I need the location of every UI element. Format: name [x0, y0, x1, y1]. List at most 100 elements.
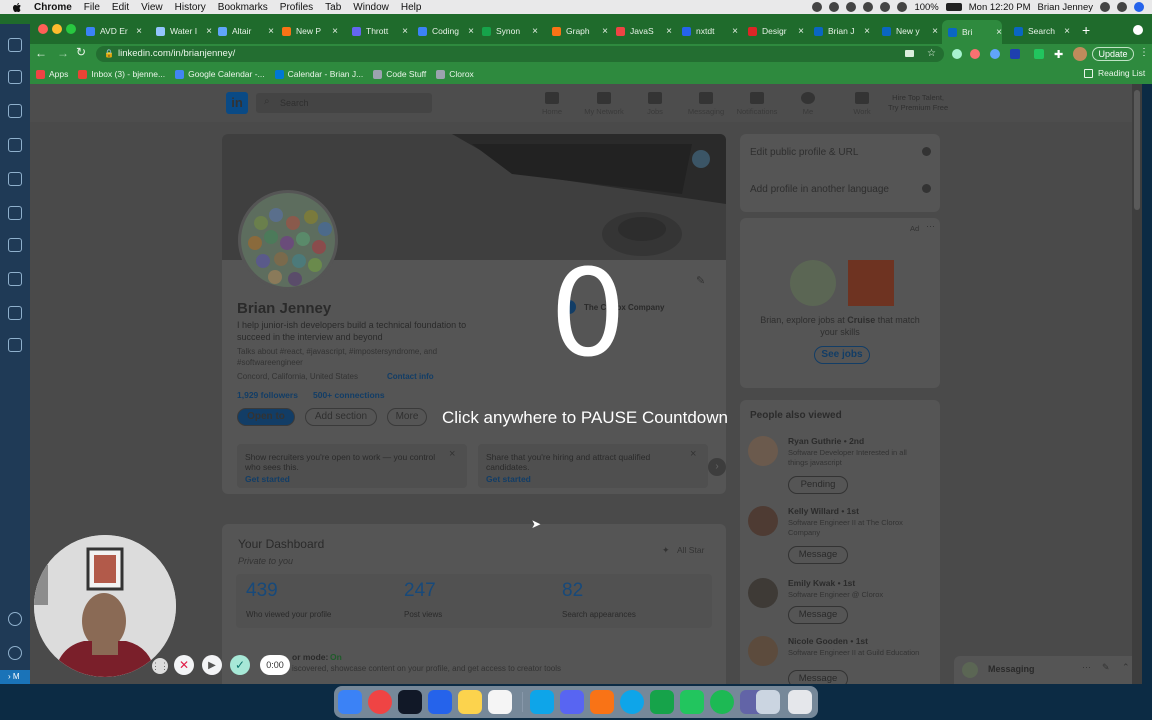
nav-jobs[interactable]: Jobs	[633, 92, 677, 116]
edit-public-profile-link[interactable]: Edit public profile & URL	[750, 147, 858, 158]
message-button[interactable]: Message	[788, 546, 848, 564]
reading-list-link[interactable]: Reading List	[1098, 68, 1145, 78]
browser-tab[interactable]: Brian J ×	[808, 22, 870, 40]
browser-tab[interactable]: Thrott ×	[346, 22, 408, 40]
browser-tab[interactable]: Synon ×	[476, 22, 538, 40]
outlook-icon[interactable]	[530, 690, 554, 714]
extension-icon[interactable]	[952, 49, 962, 59]
more-options-icon[interactable]: ⋯	[1082, 662, 1091, 673]
discord-icon[interactable]	[560, 690, 584, 714]
bookmark-item[interactable]: Inbox (3) - bjenne...	[78, 69, 165, 79]
terminal-icon[interactable]	[398, 690, 422, 714]
back-arrow-icon[interactable]: ←	[35, 46, 47, 60]
promo-get-started-link[interactable]: Get started	[245, 474, 290, 484]
camera-icon[interactable]	[905, 50, 914, 57]
promo-get-started-link[interactable]: Get started	[486, 474, 531, 484]
profile-photo[interactable]	[238, 190, 338, 290]
close-tab-icon[interactable]: ×	[996, 27, 1002, 38]
browser-tab[interactable]: Water I ×	[150, 22, 212, 40]
triangle-icon[interactable]	[8, 338, 22, 352]
menu-edit[interactable]: Edit	[112, 2, 129, 13]
open-to-button[interactable]: Open to	[237, 408, 295, 426]
drag-handle-icon[interactable]: ⋮⋮	[151, 658, 169, 674]
slack-icon[interactable]	[488, 690, 512, 714]
menu-bookmarks[interactable]: Bookmarks	[218, 2, 268, 13]
siri-icon[interactable]	[1134, 2, 1144, 12]
pause-play-button[interactable]: ▶	[202, 655, 222, 675]
update-button[interactable]: Update	[1092, 47, 1134, 61]
close-window-button[interactable]	[38, 24, 48, 34]
stat-search-appearances[interactable]: 82 Search appearances	[552, 574, 710, 628]
menu-tab[interactable]: Tab	[325, 2, 341, 13]
menu-file[interactable]: File	[84, 2, 100, 13]
postman-icon[interactable]	[590, 690, 614, 714]
close-tab-icon[interactable]: ×	[864, 26, 870, 37]
stat-post-views[interactable]: 247 Post views	[394, 574, 552, 628]
browser-tab[interactable]: nxtdt ×	[676, 22, 738, 40]
menu-view[interactable]: View	[141, 2, 163, 13]
control-center-icon[interactable]	[1117, 2, 1127, 12]
close-tab-icon[interactable]: ×	[332, 26, 338, 37]
remote-icon[interactable]	[8, 272, 22, 286]
browser-tab[interactable]: AVD Er ×	[80, 22, 142, 40]
trash-icon[interactable]	[788, 690, 812, 714]
add-language-profile-link[interactable]: Add profile in another language	[750, 184, 889, 195]
linkedin-logo[interactable]: in	[226, 92, 248, 114]
close-tab-icon[interactable]: ×	[532, 26, 538, 37]
messaging-bar[interactable]: Messaging ⋯ ✎ ⌃	[954, 656, 1142, 684]
close-icon[interactable]: ×	[690, 448, 696, 460]
contact-info-link[interactable]: Contact info	[387, 372, 434, 381]
extension-icon[interactable]	[970, 49, 980, 59]
browser-tab[interactable]: Desigr ×	[742, 22, 804, 40]
extension-icon[interactable]	[1034, 49, 1044, 59]
browser-tab[interactable]: Bri ×	[942, 20, 1002, 44]
countdown-number[interactable]: 0	[540, 245, 636, 385]
nav-notifications[interactable]: Notifications	[735, 92, 779, 116]
downloads-icon[interactable]	[756, 690, 780, 714]
address-bar[interactable]: 🔒 linkedin.com/in/brianjenney/ ☆	[96, 46, 944, 62]
database-icon[interactable]	[8, 306, 22, 320]
spotify-icon[interactable]	[710, 690, 734, 714]
vscode-icon[interactable]	[428, 690, 452, 714]
reload-icon[interactable]: ↻	[76, 45, 86, 59]
status-icon[interactable]	[812, 2, 823, 12]
source-control-icon[interactable]	[8, 104, 22, 118]
browser-tab[interactable]: Coding ×	[412, 22, 474, 40]
docker-icon[interactable]	[8, 238, 22, 252]
browser-tab[interactable]: Altair ×	[212, 22, 274, 40]
minimize-window-button[interactable]	[52, 24, 62, 34]
nav-home[interactable]: Home	[530, 92, 574, 116]
close-icon[interactable]: ×	[449, 448, 455, 460]
message-button[interactable]: Message	[788, 606, 848, 624]
menu-app-name[interactable]: Chrome	[34, 2, 72, 13]
pending-button[interactable]: Pending	[788, 476, 848, 494]
close-tab-icon[interactable]: ×	[402, 26, 408, 37]
notes-icon[interactable]	[458, 690, 482, 714]
edit-intro-pencil-icon[interactable]: ✎	[696, 274, 705, 287]
search-icon[interactable]	[1100, 2, 1110, 12]
nav-messaging[interactable]: Messaging	[684, 92, 728, 116]
extensions-icon[interactable]	[8, 172, 22, 186]
chevron-up-icon[interactable]: ⌃	[1122, 662, 1130, 673]
star-icon[interactable]: ☆	[927, 46, 936, 62]
scrollbar-thumb[interactable]	[1134, 90, 1140, 210]
close-tab-icon[interactable]: ×	[732, 26, 738, 37]
page-scrollbar[interactable]	[1132, 84, 1142, 684]
extension-icon[interactable]	[1010, 49, 1020, 59]
bookmark-item[interactable]: Apps	[36, 69, 68, 79]
files-icon[interactable]	[8, 38, 22, 52]
message-button[interactable]: Message	[788, 670, 848, 684]
pause-countdown-message[interactable]: Click anywhere to PAUSE Countdown	[430, 408, 740, 428]
help-icon[interactable]	[922, 184, 931, 193]
extension-icon[interactable]	[990, 49, 1000, 59]
close-tab-icon[interactable]: ×	[602, 26, 608, 37]
gear-icon[interactable]	[8, 646, 22, 660]
run-debug-icon[interactable]	[8, 138, 22, 152]
add-section-button[interactable]: Add section	[305, 408, 377, 426]
gear-icon[interactable]	[846, 2, 857, 12]
premium-upsell[interactable]: Hire Top Talent, Try Premium Free	[888, 93, 948, 113]
browser-tab[interactable]: Search ×	[1008, 22, 1070, 40]
shield-icon[interactable]	[863, 2, 874, 12]
connections-link[interactable]: 500+ connections	[313, 390, 385, 400]
dropbox-icon[interactable]	[829, 2, 840, 12]
